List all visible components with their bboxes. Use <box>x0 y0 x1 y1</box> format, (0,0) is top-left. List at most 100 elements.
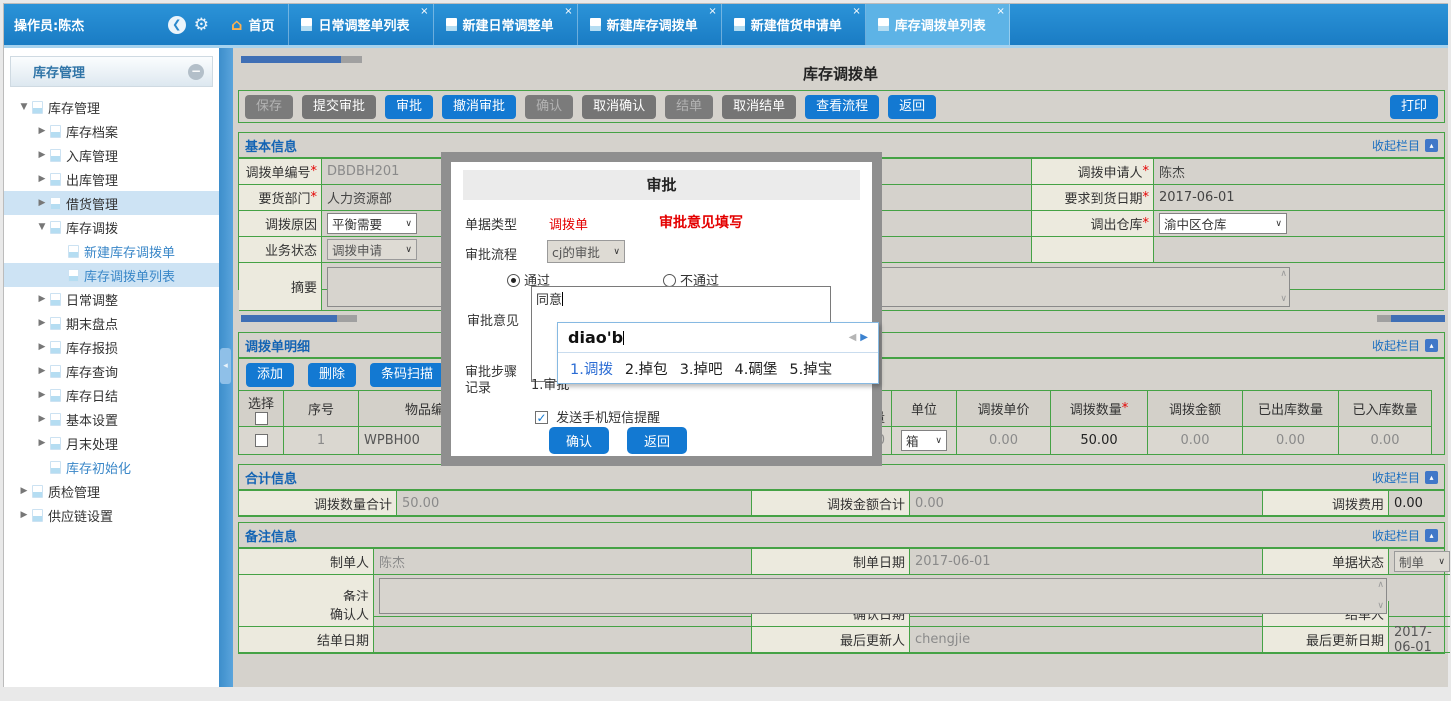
tree-item-inventory-loss[interactable]: ▶库存报损 <box>4 335 219 359</box>
ime-candidate[interactable]: 5.掉宝 <box>789 358 832 379</box>
close-tab-icon[interactable]: × <box>420 7 428 17</box>
chevron-right-icon[interactable]: ▶ <box>36 390 48 400</box>
delete-row-button[interactable]: 删除 <box>308 363 356 387</box>
tree-item-inventory-archive[interactable]: ▶库存档案 <box>4 119 219 143</box>
tree-item-inventory-mgmt[interactable]: ▼库存管理 <box>4 95 219 119</box>
revoke-approval-button[interactable]: 撤消审批 <box>442 95 516 119</box>
ime-candidate[interactable]: 4.碉堡 <box>735 358 778 379</box>
chevron-right-icon[interactable]: ▶ <box>36 126 48 136</box>
tree-item-new-transfer[interactable]: 新建库存调拨单 <box>4 239 219 263</box>
chevron-right-icon[interactable]: ▶ <box>18 486 30 496</box>
dialog-back-button[interactable]: 返回 <box>627 427 687 454</box>
barcode-scan-button[interactable]: 条码扫描 <box>370 363 444 387</box>
chevron-right-icon[interactable]: ▶ <box>36 174 48 184</box>
chevron-right-icon[interactable]: ▶ <box>36 198 48 208</box>
chevron-right-icon[interactable]: ▶ <box>18 510 30 520</box>
collapse-section-icon[interactable]: ▴ <box>1425 339 1438 352</box>
tree-item-quality-mgmt[interactable]: ▶质检管理 <box>4 479 219 503</box>
collapse-section-link[interactable]: 收起栏目 <box>1372 469 1420 486</box>
ime-candidate[interactable]: 1.调拨 <box>570 358 613 379</box>
collapse-sidebar-icon[interactable]: ❮ <box>168 16 186 34</box>
sms-checkbox-row[interactable]: ✓ 发送手机短信提醒 <box>535 407 660 426</box>
chevron-down-icon[interactable]: ▼ <box>18 102 30 112</box>
document-icon <box>50 125 61 138</box>
close-tab-icon[interactable]: × <box>708 7 716 17</box>
tab-transfer-list-active[interactable]: 库存调拨单列表× <box>866 4 1010 45</box>
tree-item-transfer-list[interactable]: 库存调拨单列表 <box>4 263 219 287</box>
chevron-right-icon[interactable]: ▶ <box>36 150 48 160</box>
row-checkbox[interactable] <box>255 434 268 447</box>
tree-item-daily-adjust[interactable]: ▶日常调整 <box>4 287 219 311</box>
view-flow-button[interactable]: 查看流程 <box>805 95 879 119</box>
confirm-button[interactable]: 确认 <box>525 95 573 119</box>
close-tab-icon[interactable]: × <box>564 7 572 17</box>
collapse-section-icon[interactable]: ▴ <box>1425 529 1438 542</box>
warehouse-select[interactable]: 渝中区仓库∨ <box>1159 213 1287 234</box>
tab-daily-adjust-list[interactable]: 日常调整单列表× <box>289 4 433 45</box>
close-tab-icon[interactable]: × <box>852 7 860 17</box>
tree-item-inventory-init[interactable]: 库存初始化 <box>4 455 219 479</box>
basic-hscrollbar-right[interactable] <box>1377 315 1445 322</box>
collapse-section-link[interactable]: 收起栏目 <box>1372 337 1420 354</box>
chevron-down-icon[interactable]: ▼ <box>36 222 48 232</box>
biz-status-select[interactable]: 调拨申请∨ <box>327 239 417 260</box>
tree-item-transfer[interactable]: ▼库存调拨 <box>4 215 219 239</box>
tree-item-borrow-mgmt[interactable]: ▶借货管理 <box>4 191 219 215</box>
splitter-bar[interactable]: ◂ <box>219 48 233 687</box>
top-hscrollbar[interactable] <box>241 56 362 63</box>
ime-prev-icon[interactable]: ◀ <box>849 332 857 343</box>
cancel-close-button[interactable]: 取消结单 <box>722 95 796 119</box>
tab-new-daily-adjust[interactable]: 新建日常调整单× <box>434 4 578 45</box>
chevron-right-icon[interactable]: ▶ <box>36 366 48 376</box>
reason-select[interactable]: 平衡需要∨ <box>327 213 417 234</box>
tab-new-transfer[interactable]: 新建库存调拨单× <box>578 4 722 45</box>
doc-status-select[interactable]: 制单∨ <box>1394 551 1450 572</box>
collapse-section-icon[interactable]: ▴ <box>1425 471 1438 484</box>
tree-item-inbound[interactable]: ▶入库管理 <box>4 143 219 167</box>
dialog-confirm-button[interactable]: 确认 <box>549 427 609 454</box>
ime-next-icon[interactable]: ▶ <box>860 332 868 343</box>
sms-label: 发送手机短信提醒 <box>556 411 660 426</box>
approve-button[interactable]: 审批 <box>385 95 433 119</box>
collapse-section-link[interactable]: 收起栏目 <box>1372 527 1420 544</box>
tab-label: 新建借货申请单 <box>751 15 842 34</box>
flow-select[interactable]: cj的审批∨ <box>547 240 625 263</box>
save-button[interactable]: 保存 <box>245 95 293 119</box>
chevron-right-icon[interactable]: ▶ <box>36 414 48 424</box>
tree-item-daily-close[interactable]: ▶库存日结 <box>4 383 219 407</box>
checked-checkbox-icon[interactable]: ✓ <box>535 411 548 424</box>
ime-candidate[interactable]: 2.掉包 <box>625 358 668 379</box>
submit-approval-button[interactable]: 提交审批 <box>302 95 376 119</box>
field-label: 最后更新人 <box>752 627 910 653</box>
close-order-button[interactable]: 结单 <box>665 95 713 119</box>
cancel-confirm-button[interactable]: 取消确认 <box>582 95 656 119</box>
collapse-section-link[interactable]: 收起栏目 <box>1372 137 1420 154</box>
tree-item-period-count[interactable]: ▶期末盘点 <box>4 311 219 335</box>
tree-item-inventory-query[interactable]: ▶库存查询 <box>4 359 219 383</box>
back-button[interactable]: 返回 <box>888 95 936 119</box>
radio-on-icon[interactable] <box>507 274 520 287</box>
tab-home[interactable]: ⌂首页 <box>219 4 289 45</box>
print-button[interactable]: 打印 <box>1390 95 1438 119</box>
note-textarea[interactable]: ∧∨ <box>379 578 1387 614</box>
ime-candidate[interactable]: 3.掉吧 <box>680 358 723 379</box>
chevron-right-icon[interactable]: ▶ <box>36 438 48 448</box>
collapse-section-icon[interactable]: ▴ <box>1425 139 1438 152</box>
tree-item-supply-chain[interactable]: ▶供应链设置 <box>4 503 219 527</box>
gear-icon[interactable]: ⚙ <box>194 15 209 35</box>
splitter-toggle-icon[interactable]: ◂ <box>220 348 231 384</box>
sidebar-panel-header[interactable]: 库存管理 − <box>10 56 213 87</box>
close-tab-icon[interactable]: × <box>996 7 1004 17</box>
chevron-right-icon[interactable]: ▶ <box>36 342 48 352</box>
select-all-checkbox[interactable] <box>255 412 268 425</box>
chevron-right-icon[interactable]: ▶ <box>36 318 48 328</box>
unit-select[interactable]: 箱∨ <box>901 430 947 451</box>
add-row-button[interactable]: 添加 <box>246 363 294 387</box>
tab-new-borrow-request[interactable]: 新建借货申请单 × <box>722 4 866 45</box>
collapse-panel-icon[interactable]: − <box>188 64 204 80</box>
tree-item-month-end[interactable]: ▶月末处理 <box>4 431 219 455</box>
tree-item-basic-settings[interactable]: ▶基本设置 <box>4 407 219 431</box>
chevron-right-icon[interactable]: ▶ <box>36 294 48 304</box>
basic-hscrollbar-left[interactable] <box>241 315 357 322</box>
tree-item-outbound[interactable]: ▶出库管理 <box>4 167 219 191</box>
